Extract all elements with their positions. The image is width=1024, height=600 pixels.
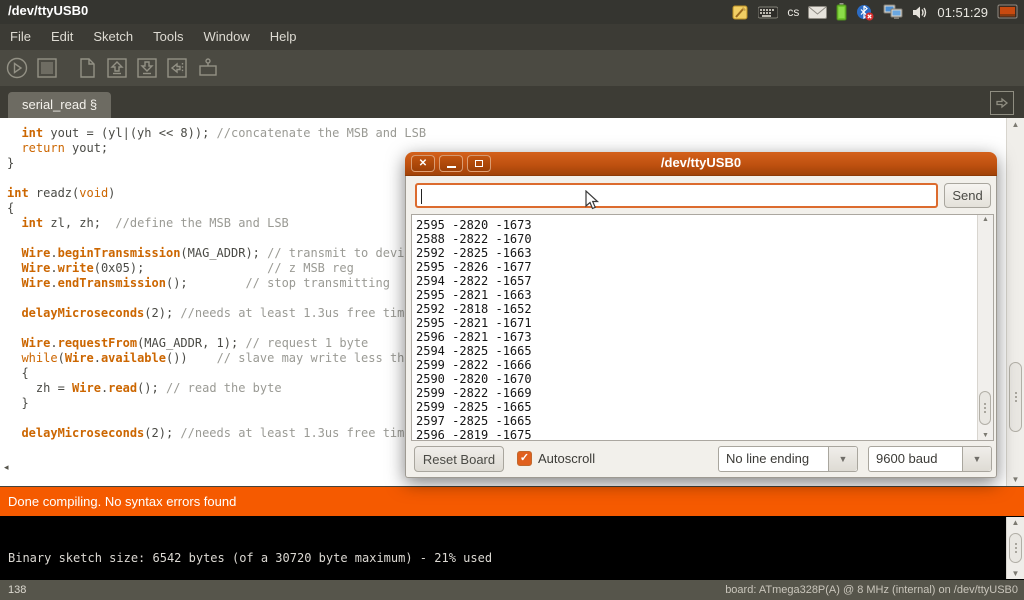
serial-data-line: 2599 -2825 -1665 bbox=[416, 400, 532, 414]
mouse-cursor bbox=[585, 190, 600, 216]
serial-data-line: 2592 -2825 -1663 bbox=[416, 246, 532, 260]
send-button[interactable]: Send bbox=[944, 183, 991, 208]
serial-monitor-body: Send 2595 -2820 -16732588 -2822 -1670259… bbox=[405, 176, 997, 478]
menu-edit[interactable]: Edit bbox=[41, 24, 83, 50]
serial-data-line: 2595 -2821 -1671 bbox=[416, 316, 532, 330]
line-ending-dropdown[interactable]: No line ending ▼ bbox=[718, 446, 858, 472]
serial-monitor-window: ✕ /dev/ttyUSB0 Send 2595 -2820 -16732588… bbox=[405, 152, 997, 478]
arduino-ide-screen: /dev/ttyUSB0 cs 01:51: bbox=[0, 0, 1024, 600]
serial-monitor-titlebar[interactable]: ✕ /dev/ttyUSB0 bbox=[405, 152, 997, 176]
hscroll-left-icon[interactable]: ◂ bbox=[4, 462, 9, 473]
code-line: int yout = (yl|(yh << 8)); //concatenate… bbox=[7, 126, 491, 141]
serial-data-line: 2595 -2820 -1673 bbox=[416, 218, 532, 232]
chevron-down-icon[interactable]: ▼ bbox=[962, 447, 991, 471]
keyboard-layout-indicator[interactable]: cs bbox=[787, 5, 799, 19]
save-button[interactable] bbox=[134, 55, 160, 81]
autoscroll-checkbox[interactable]: ✓ bbox=[517, 451, 532, 466]
baud-rate-dropdown[interactable]: 9600 baud ▼ bbox=[868, 446, 992, 472]
tab-bar: serial_read § bbox=[0, 86, 1024, 118]
serial-data-line: 2597 -2825 -1665 bbox=[416, 414, 532, 428]
tab-serial-read[interactable]: serial_read § bbox=[8, 92, 111, 118]
console-scrollbar[interactable]: ▲ ▼ bbox=[1006, 517, 1024, 579]
status-footer: 138 board: ATmega328P(A) @ 8 MHz (intern… bbox=[0, 580, 1024, 600]
serial-output-text: 2595 -2820 -16732588 -2822 -16702592 -28… bbox=[416, 218, 532, 441]
serial-data-line: 2596 -2819 -1675 bbox=[416, 428, 532, 441]
baud-rate-value: 9600 baud bbox=[869, 447, 962, 471]
serial-data-line: 2595 -2821 -1663 bbox=[416, 288, 532, 302]
top-panel: /dev/ttyUSB0 cs 01:51: bbox=[0, 0, 1024, 24]
serial-scrollbar-thumb[interactable] bbox=[979, 391, 991, 425]
tab-menu-icon[interactable] bbox=[990, 91, 1014, 115]
editor-scrollbar-thumb[interactable] bbox=[1009, 362, 1022, 432]
upload-button[interactable] bbox=[164, 55, 190, 81]
scroll-up-icon[interactable]: ▲ bbox=[1007, 120, 1024, 129]
editor-scrollbar[interactable]: ▲ ▼ bbox=[1006, 118, 1024, 486]
serial-data-line: 2590 -2820 -1670 bbox=[416, 372, 532, 386]
serial-data-line: 2594 -2825 -1665 bbox=[416, 344, 532, 358]
network-icon[interactable] bbox=[883, 4, 903, 20]
new-sketch-button[interactable] bbox=[74, 55, 100, 81]
board-info: board: ATmega328P(A) @ 8 MHz (internal) … bbox=[725, 584, 1018, 596]
serial-data-line: 2596 -2821 -1673 bbox=[416, 330, 532, 344]
serial-scrollbar[interactable]: ▲ ▼ bbox=[977, 215, 993, 440]
scroll-down-icon[interactable]: ▼ bbox=[1007, 569, 1024, 578]
mail-icon[interactable] bbox=[808, 6, 827, 19]
stop-button[interactable] bbox=[34, 55, 60, 81]
scroll-down-icon[interactable]: ▼ bbox=[1007, 475, 1024, 484]
cursor-line-number: 138 bbox=[8, 584, 26, 596]
scroll-up-icon[interactable]: ▲ bbox=[978, 216, 993, 223]
serial-data-line: 2588 -2822 -1670 bbox=[416, 232, 532, 246]
battery-icon[interactable] bbox=[836, 3, 847, 21]
scroll-down-icon[interactable]: ▼ bbox=[978, 432, 993, 439]
serial-output-area[interactable]: 2595 -2820 -16732588 -2822 -16702592 -28… bbox=[411, 214, 994, 441]
notes-icon[interactable] bbox=[732, 4, 749, 21]
reset-board-button[interactable]: Reset Board bbox=[414, 446, 504, 472]
menu-help[interactable]: Help bbox=[260, 24, 307, 50]
scroll-up-icon[interactable]: ▲ bbox=[1007, 518, 1024, 527]
serial-monitor-title: /dev/ttyUSB0 bbox=[405, 155, 997, 170]
compile-status-bar: Done compiling. No syntax errors found bbox=[0, 487, 1024, 516]
serial-data-line: 2595 -2826 -1677 bbox=[416, 260, 532, 274]
serial-data-line: 2599 -2822 -1669 bbox=[416, 386, 532, 400]
bluetooth-icon[interactable] bbox=[856, 3, 874, 21]
clock[interactable]: 01:51:29 bbox=[937, 5, 988, 20]
toolbar bbox=[0, 50, 1024, 86]
console-output: Binary sketch size: 6542 bytes (of a 307… bbox=[0, 516, 1024, 580]
serial-monitor-controls: Reset Board ✓ Autoscroll No line ending … bbox=[406, 446, 998, 478]
menu-file[interactable]: File bbox=[0, 24, 41, 50]
text-caret bbox=[421, 189, 422, 204]
serial-input[interactable] bbox=[415, 183, 938, 208]
menu-window[interactable]: Window bbox=[193, 24, 259, 50]
system-tray: cs 01:51:29 bbox=[732, 0, 1022, 24]
serial-data-line: 2594 -2822 -1657 bbox=[416, 274, 532, 288]
autoscroll-label: Autoscroll bbox=[538, 451, 595, 466]
menu-sketch[interactable]: Sketch bbox=[83, 24, 143, 50]
menu-tools[interactable]: Tools bbox=[143, 24, 193, 50]
keyboard-layout-icon[interactable] bbox=[758, 6, 778, 19]
open-button[interactable] bbox=[104, 55, 130, 81]
chevron-down-icon[interactable]: ▼ bbox=[828, 447, 857, 471]
active-window-title: /dev/ttyUSB0 bbox=[8, 3, 88, 18]
verify-button[interactable] bbox=[4, 55, 30, 81]
session-menu-icon[interactable] bbox=[997, 4, 1018, 20]
line-ending-value: No line ending bbox=[719, 447, 828, 471]
volume-icon[interactable] bbox=[912, 5, 928, 20]
serial-data-line: 2592 -2818 -1652 bbox=[416, 302, 532, 316]
serial-data-line: 2599 -2822 -1666 bbox=[416, 358, 532, 372]
menu-bar: File Edit Sketch Tools Window Help bbox=[0, 24, 1024, 50]
console-scrollbar-thumb[interactable] bbox=[1009, 533, 1022, 563]
serial-monitor-button[interactable] bbox=[194, 55, 220, 81]
console-message: Binary sketch size: 6542 bytes (of a 307… bbox=[8, 551, 492, 565]
